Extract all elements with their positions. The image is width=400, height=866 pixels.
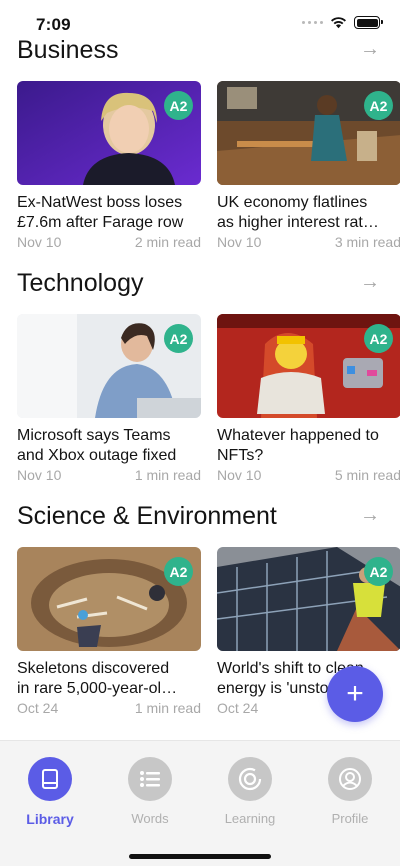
bottom-tab-bar: Library Words Learning Profile [0,740,400,866]
article-read-time: 3 min read [334,234,400,250]
level-badge: A2 [164,557,193,586]
section-more-arrow-icon[interactable]: → [360,504,380,527]
article-date: Nov 10 [17,467,62,483]
article-read-time: 1 min read [134,467,201,483]
article-thumbnail: A2 [17,314,201,418]
article-thumbnail: A2 [17,81,201,185]
tab-label: Words [131,811,169,826]
article-date: Nov 10 [217,234,262,250]
tab-label: Library [26,811,74,827]
progress-ring-icon [228,757,272,801]
section-title: Business [17,36,119,64]
home-indicator [129,854,271,859]
level-badge: A2 [364,324,393,353]
article-thumbnail: A2 [217,547,400,651]
article-title: Whatever happened to NFTs? [217,427,379,464]
article-read-time: 5 min read [334,467,400,483]
article-thumbnail: A2 [17,547,201,651]
tab-label: Learning [224,811,276,826]
level-badge: A2 [164,324,193,353]
article-thumbnail: A2 [217,314,400,418]
article-date: Nov 10 [217,467,262,483]
user-icon [328,757,372,801]
tab-library[interactable]: Library [0,757,100,827]
article-date: Nov 10 [17,234,62,250]
tab-learning[interactable]: Learning [200,757,300,826]
tab-profile[interactable]: Profile [300,757,400,826]
book-icon [28,757,72,801]
add-button[interactable]: + [327,666,383,722]
level-badge: A2 [364,91,393,120]
article-title: UK economy flatlines as higher interest … [217,194,379,231]
library-feed[interactable]: Business → A2 Ex-NatWest boss loses £7.6… [0,0,400,740]
list-icon [128,757,172,801]
tab-words[interactable]: Words [100,757,200,826]
section-title: Science & Environment [17,502,277,530]
article-read-time: 2 min read [134,234,201,250]
section-more-arrow-icon[interactable]: → [360,38,380,61]
article-title: Microsoft says Teams and Xbox outage fix… [17,427,177,464]
section-title: Technology [17,269,144,297]
section-more-arrow-icon[interactable]: → [360,271,380,294]
article-thumbnail: A2 [217,81,400,185]
article-title: Skeletons discovered in rare 5,000-year-… [17,660,178,697]
article-date: Oct 24 [217,700,259,716]
article-title: Ex-NatWest boss loses £7.6m after Farage… [17,194,184,231]
level-badge: A2 [364,557,393,586]
tab-label: Profile [331,811,369,826]
article-read-time: 1 min read [134,700,201,716]
plus-icon: + [346,677,364,710]
level-badge: A2 [164,91,193,120]
article-date: Oct 24 [17,700,59,716]
